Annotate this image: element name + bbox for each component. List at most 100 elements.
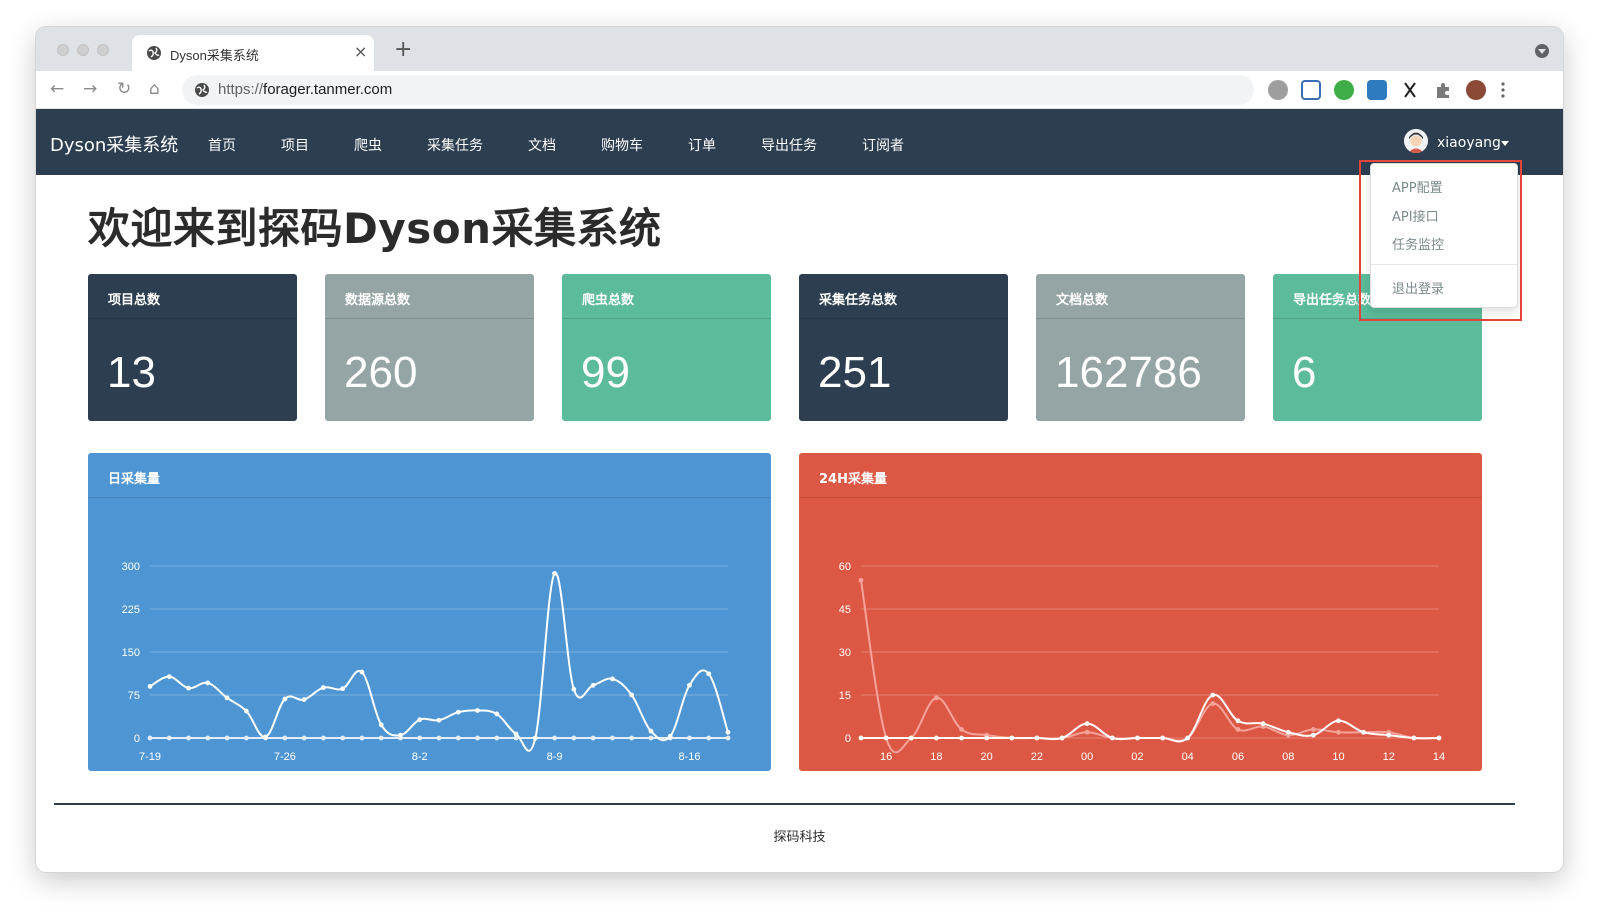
- data-point: [1336, 718, 1341, 724]
- data-point: [1310, 727, 1316, 732]
- data-point: [147, 735, 153, 741]
- data-point: [959, 727, 964, 732]
- brand-link[interactable]: Dyson采集系统: [50, 131, 178, 157]
- extension-s-icon[interactable]: [1367, 80, 1387, 100]
- data-point: [883, 735, 889, 741]
- x-tick-label: 8-9: [547, 751, 563, 763]
- series-line: [149, 572, 729, 752]
- highlight-box: [1359, 160, 1522, 321]
- maximize-window-icon[interactable]: [97, 44, 109, 56]
- data-point: [455, 709, 461, 715]
- chart-panel-daily: 日采集量 0 75 150 225 300 7-19 7-26 8-2 8-9 8-16: [88, 453, 771, 771]
- data-point: [610, 676, 615, 682]
- extension-check-icon[interactable]: [1334, 80, 1354, 100]
- card-value: 251: [818, 348, 892, 397]
- panel-title: 日采集量: [108, 472, 161, 487]
- stat-card-projects: 项目总数 13: [88, 274, 297, 421]
- x-tick-label: 8-2: [412, 751, 428, 763]
- data-point: [552, 571, 557, 576]
- page-title: 欢迎来到探码Dyson采集系统: [88, 204, 662, 253]
- data-point: [282, 696, 288, 702]
- url-host: forager.tanmer.com: [263, 81, 393, 98]
- puzzle-icon[interactable]: [1433, 80, 1453, 100]
- data-point: [1260, 721, 1266, 727]
- data-point: [629, 692, 635, 698]
- home-button[interactable]: ⌂: [149, 79, 160, 99]
- y-tick-label: 225: [122, 604, 140, 616]
- browser-titlebar: Dyson采集系统 × +: [36, 27, 1563, 71]
- extension-globe-icon[interactable]: [1268, 80, 1288, 100]
- y-tick-label: 75: [128, 690, 140, 702]
- data-point: [224, 695, 230, 701]
- nav-link-subscribers[interactable]: 订阅者: [862, 135, 904, 155]
- nav-link-cart[interactable]: 购物车: [601, 135, 643, 155]
- data-point: [725, 729, 731, 735]
- address-bar[interactable]: https://forager.tanmer.com: [182, 75, 1254, 105]
- extension-scissors-icon[interactable]: [1400, 80, 1420, 100]
- reload-button[interactable]: ↻: [117, 79, 131, 99]
- data-point: [1386, 732, 1392, 738]
- tab-search-icon[interactable]: [1535, 44, 1549, 58]
- data-point: [378, 722, 384, 728]
- card-value: 162786: [1055, 348, 1202, 397]
- x-tick-label: 20: [981, 751, 993, 763]
- globe-icon: [147, 46, 161, 60]
- data-point: [417, 717, 423, 723]
- x-tick-label: 22: [1031, 751, 1043, 763]
- y-tick-label: 0: [134, 733, 140, 745]
- data-point: [1210, 692, 1216, 698]
- y-tick-label: 0: [845, 733, 851, 745]
- data-point: [378, 735, 384, 741]
- data-point: [629, 735, 635, 741]
- card-value: 13: [107, 348, 156, 397]
- new-tab-button[interactable]: +: [394, 37, 412, 62]
- nav-link-orders[interactable]: 订单: [688, 135, 716, 155]
- nav-link-crawlers[interactable]: 爬虫: [354, 135, 382, 155]
- data-point: [398, 732, 403, 738]
- nav-link-projects[interactable]: 项目: [281, 135, 309, 155]
- data-point: [1135, 735, 1140, 741]
- data-point: [436, 735, 442, 741]
- data-point: [263, 734, 268, 740]
- browser-tab[interactable]: Dyson采集系统 ×: [132, 35, 374, 71]
- nav-link-documents[interactable]: 文档: [528, 135, 556, 155]
- close-window-icon[interactable]: [57, 44, 69, 56]
- data-point: [359, 669, 365, 675]
- data-point: [321, 685, 326, 690]
- data-point: [282, 735, 288, 741]
- nav-link-home[interactable]: 首页: [208, 135, 236, 155]
- tab-close-icon[interactable]: ×: [354, 42, 367, 61]
- card-value: 6: [1292, 348, 1317, 397]
- nav-link-tasks[interactable]: 采集任务: [427, 135, 483, 155]
- card-header: 采集任务总数: [799, 274, 1008, 319]
- extension-reader-icon[interactable]: [1301, 80, 1321, 100]
- data-point: [205, 735, 211, 741]
- profile-avatar[interactable]: [1466, 80, 1486, 100]
- data-point: [1160, 735, 1165, 741]
- back-button[interactable]: ←: [50, 79, 64, 99]
- data-point: [417, 735, 423, 741]
- data-point: [301, 697, 307, 702]
- browser-menu-icon[interactable]: [1500, 80, 1506, 100]
- x-tick-label: 7-26: [274, 751, 296, 763]
- card-value: 99: [581, 348, 630, 397]
- daily-line-chart: 0 75 150 225 300 7-19 7-26 8-2 8-9 8-16: [122, 561, 731, 763]
- data-point: [243, 708, 249, 714]
- data-point: [166, 735, 172, 741]
- stat-card-crawlers: 爬虫总数 99: [562, 274, 771, 421]
- data-point: [933, 695, 939, 701]
- footer-text: 探码科技: [773, 830, 826, 845]
- data-point: [340, 735, 346, 741]
- data-point: [1336, 729, 1341, 735]
- data-point: [933, 735, 939, 741]
- data-point: [1310, 732, 1316, 738]
- data-point: [706, 735, 712, 741]
- footer-divider: [54, 803, 1515, 805]
- caret-down-icon: [1501, 141, 1509, 146]
- minimize-window-icon[interactable]: [77, 44, 89, 56]
- data-point: [205, 680, 211, 686]
- forward-button[interactable]: →: [83, 79, 97, 99]
- nav-link-export-tasks[interactable]: 导出任务: [761, 135, 817, 155]
- x-tick-label: 00: [1081, 751, 1093, 763]
- data-point: [243, 735, 249, 741]
